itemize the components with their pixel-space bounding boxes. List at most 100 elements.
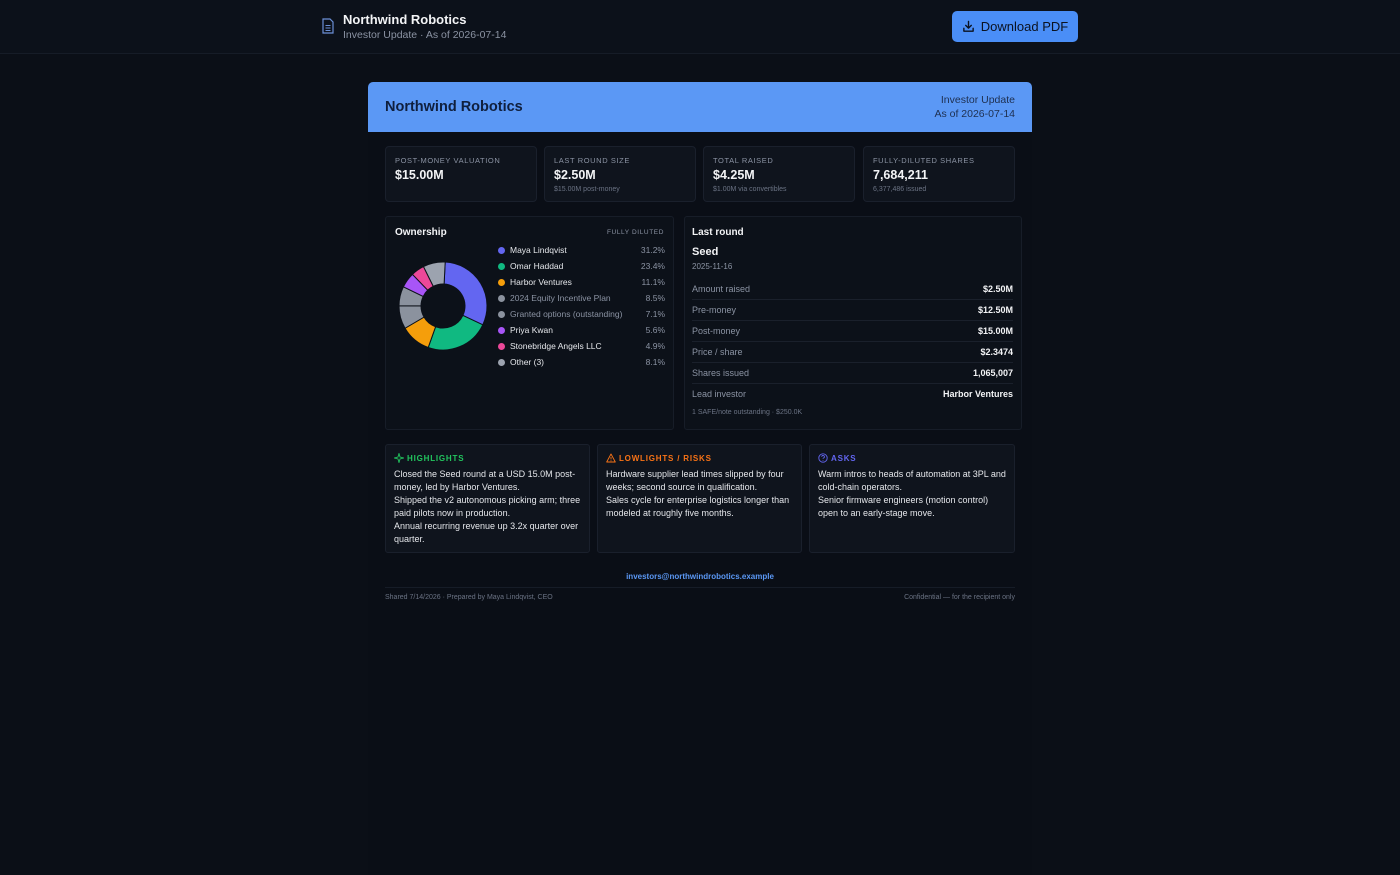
round-row: Pre-money $12.50M	[692, 300, 1013, 321]
highlights-header: Highlights	[394, 453, 464, 463]
ask-item: Warm intros to heads of automation at 3P…	[818, 469, 1006, 492]
sparkle-icon	[394, 453, 404, 463]
legend-percent: 5.6%	[645, 325, 665, 335]
company-name: Northwind Robotics	[385, 99, 523, 115]
legend-label: Omar Haddad	[510, 261, 564, 271]
kpi-label: Fully-diluted shares	[873, 156, 975, 165]
legend-percent: 8.5%	[645, 293, 665, 303]
lowlights-title: Lowlights / Risks	[619, 453, 712, 463]
legend-percent: 7.1%	[645, 309, 665, 319]
legend-label: 2024 Equity Incentive Plan	[510, 293, 611, 303]
kpi-card-fd-shares: Fully-diluted shares 7,684,211 6,377,486…	[863, 146, 1015, 202]
highlight-item: Annual recurring revenue up 3.2x quarter…	[394, 521, 579, 544]
round-note: 1 SAFE/note outstanding · $250.0K	[692, 409, 803, 416]
round-row-key: Post-money	[692, 326, 741, 336]
donut-slice	[427, 314, 484, 351]
highlights-card: Highlights Closed the Seed round at a US…	[385, 444, 590, 553]
round-row: Shares issued 1,065,007	[692, 363, 1013, 384]
asks-body: Warm intros to heads of automation at 3P…	[818, 468, 1006, 520]
kpi-card-total-raised: Total raised $4.25M $1.00M via convertib…	[703, 146, 855, 202]
round-stage: Seed	[692, 246, 719, 258]
top-bar: Northwind Robotics Investor Update · As …	[0, 0, 1400, 54]
round-row: Price / share $2.3474	[692, 342, 1013, 363]
report-type: Investor Update	[940, 94, 1015, 106]
ask-item: Senior firmware engineers (motion contro…	[818, 495, 989, 518]
asks-card: Asks Warm intros to heads of automation …	[809, 444, 1015, 553]
round-row-key: Lead investor	[692, 389, 747, 399]
highlight-item: Closed the Seed round at a USD 15.0M pos…	[394, 469, 576, 492]
footer-divider	[385, 587, 1015, 588]
round-row-key: Price / share	[692, 347, 743, 357]
legend-percent: 31.2%	[640, 245, 665, 255]
round-row-key: Amount raised	[692, 284, 751, 294]
report-panel: Northwind Robotics Investor Update As of…	[368, 82, 1032, 875]
ownership-donut-chart	[398, 261, 488, 351]
round-row-value: 1,065,007	[972, 368, 1013, 378]
round-row-key: Pre-money	[692, 305, 737, 315]
legend-swatch	[498, 359, 505, 366]
kpi-label: Last round size	[554, 156, 630, 165]
legend-label: Priya Kwan	[510, 325, 553, 335]
kpi-label: Post-money valuation	[395, 156, 501, 165]
legend-percent: 11.1%	[641, 277, 665, 287]
lowlights-header: Lowlights / Risks	[606, 453, 712, 463]
legend-percent: 8.1%	[645, 357, 665, 367]
legend-item: Stonebridge Angels LLC 4.9%	[498, 341, 665, 353]
last-round-title: Last round	[692, 227, 744, 238]
legend-swatch	[498, 327, 505, 334]
legend-swatch	[498, 311, 505, 318]
app-subtitle: Investor Update · As of 2026-07-14	[343, 29, 507, 41]
legend-swatch	[498, 295, 505, 302]
legend-item: Maya Lindqvist 31.2%	[498, 245, 665, 257]
lowlight-item: Sales cycle for enterprise logistics lon…	[606, 495, 790, 518]
kpi-sub: $1.00M via convertibles	[713, 186, 787, 193]
ownership-title: Ownership	[395, 227, 447, 238]
kpi-value: 7,684,211	[873, 168, 928, 182]
kpi-value: $4.25M	[713, 168, 755, 182]
asks-header: Asks	[818, 453, 856, 463]
app-title: Northwind Robotics	[343, 12, 467, 27]
donut-slice	[443, 261, 488, 326]
round-row: Post-money $15.00M	[692, 321, 1013, 342]
kpi-sub: 6,377,486 issued	[873, 186, 927, 193]
kpi-value: $15.00M	[395, 168, 444, 182]
asks-title: Asks	[831, 453, 857, 463]
round-row: Lead investor Harbor Ventures	[692, 384, 1013, 405]
download-pdf-label: Download PDF	[980, 19, 1069, 34]
legend-swatch	[498, 247, 505, 254]
legend-item: Harbor Ventures 11.1%	[498, 277, 665, 289]
footer-shared-info: Shared 7/14/2026 · Prepared by Maya Lind…	[385, 594, 553, 601]
report-banner: Northwind Robotics Investor Update As of…	[368, 82, 1032, 132]
highlight-item: Shipped the v2 autonomous picking arm; t…	[394, 495, 581, 518]
legend-item: Other (3) 8.1%	[498, 357, 665, 369]
kpi-label: Total raised	[713, 156, 774, 165]
highlights-title: Highlights	[407, 453, 465, 463]
download-icon	[962, 20, 974, 32]
legend-percent: 4.9%	[645, 341, 665, 351]
footer-confidential: Confidential — for the recipient only	[904, 594, 1015, 601]
ownership-tag: Fully diluted	[606, 229, 664, 236]
legend-item: 2024 Equity Incentive Plan 8.5%	[498, 293, 665, 305]
ownership-card: Ownership Fully diluted Maya Lindqvist 31…	[385, 216, 674, 430]
round-row-value: $15.00M	[977, 326, 1013, 336]
warning-icon	[606, 453, 616, 463]
legend-swatch	[498, 263, 505, 270]
round-date: 2025-11-16	[692, 262, 733, 271]
legend-swatch	[498, 279, 505, 286]
round-row-value: $2.50M	[982, 284, 1013, 294]
legend-label: Other (3)	[510, 357, 545, 367]
last-round-card: Last round Seed 2025-11-16 Amount raised…	[684, 216, 1022, 430]
lowlights-body: Hardware supplier lead times slipped by …	[606, 468, 793, 520]
legend-label: Stonebridge Angels LLC	[510, 341, 602, 351]
question-circle-icon	[818, 453, 828, 463]
lowlights-card: Lowlights / Risks Hardware supplier lead…	[597, 444, 802, 553]
legend-label: Maya Lindqvist	[510, 245, 567, 255]
legend-item: Granted options (outstanding) 7.1%	[498, 309, 665, 321]
round-row-value: $12.50M	[977, 305, 1013, 315]
download-pdf-button[interactable]: Download PDF	[952, 11, 1078, 42]
report-date: As of 2026-07-14	[934, 108, 1015, 120]
kpi-card-last-round: Last round size $2.50M $15.00M post-mone…	[544, 146, 696, 202]
round-row-value: Harbor Ventures	[942, 389, 1013, 399]
kpi-sub: $15.00M post-money	[554, 186, 620, 193]
investor-contact-link[interactable]: investors@northwindrobotics.example	[368, 572, 1032, 581]
